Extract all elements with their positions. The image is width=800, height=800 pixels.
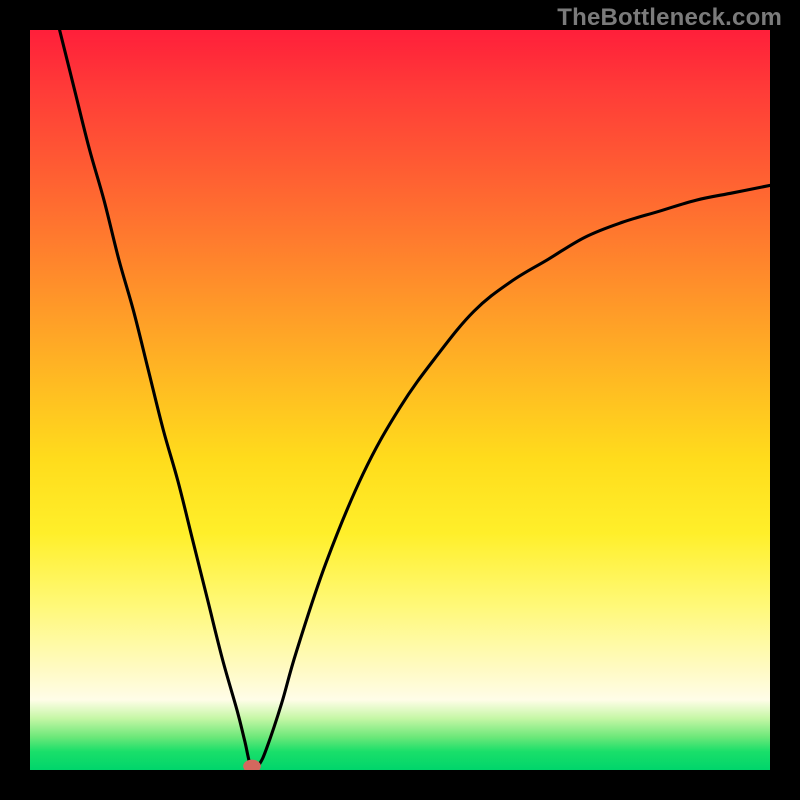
gradient-background xyxy=(30,30,770,770)
watermark-text: TheBottleneck.com xyxy=(557,4,782,32)
plot-area xyxy=(30,30,770,770)
chart-frame: TheBottleneck.com xyxy=(0,0,800,800)
